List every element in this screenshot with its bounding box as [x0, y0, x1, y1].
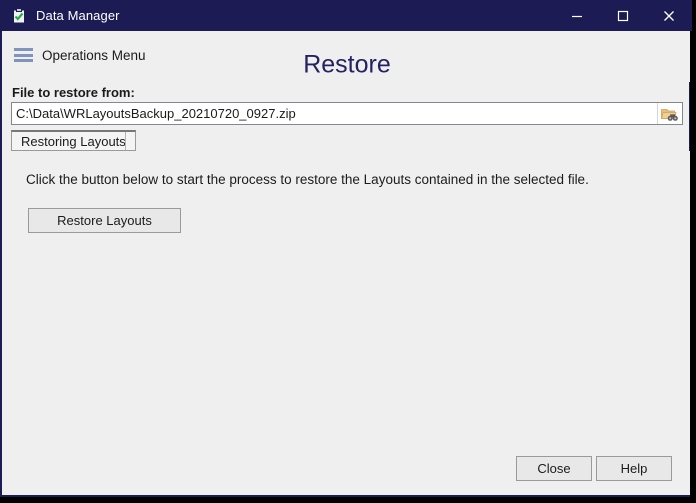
page-title: Restore — [303, 50, 391, 79]
tab-strip: Restoring Layouts — [11, 130, 683, 151]
data-manager-window: Data Manager Operations Menu Restore Fil… — [0, 0, 692, 497]
folder-browse-icon[interactable] — [657, 103, 682, 124]
footer-bar: Close Help — [4, 429, 690, 495]
window-drop-shadow-bottom — [6, 497, 696, 503]
window-title: Data Manager — [36, 8, 120, 23]
tab-content-panel: Click the button below to start the proc… — [4, 151, 690, 429]
restore-layouts-button[interactable]: Restore Layouts — [28, 208, 181, 233]
title-bar[interactable]: Data Manager — [2, 0, 692, 31]
window-controls — [554, 0, 692, 31]
file-path-input[interactable] — [12, 103, 657, 124]
file-path-row — [11, 102, 683, 125]
help-button[interactable]: Help — [596, 456, 672, 481]
clipboard-check-icon — [11, 7, 27, 24]
window-drop-shadow-right — [690, 6, 696, 503]
close-button[interactable]: Close — [516, 456, 592, 481]
header-bar: Operations Menu Restore — [4, 31, 690, 82]
tab-restoring-layouts-label: Restoring Layouts — [21, 133, 126, 149]
close-icon[interactable] — [646, 0, 692, 31]
minimize-icon[interactable] — [554, 0, 600, 31]
instruction-text: Click the button below to start the proc… — [26, 172, 589, 187]
maximize-icon[interactable] — [600, 0, 646, 31]
tab-divider — [125, 132, 126, 150]
tab-restoring-layouts[interactable]: Restoring Layouts — [11, 130, 136, 151]
file-to-restore-label: File to restore from: — [12, 85, 135, 100]
